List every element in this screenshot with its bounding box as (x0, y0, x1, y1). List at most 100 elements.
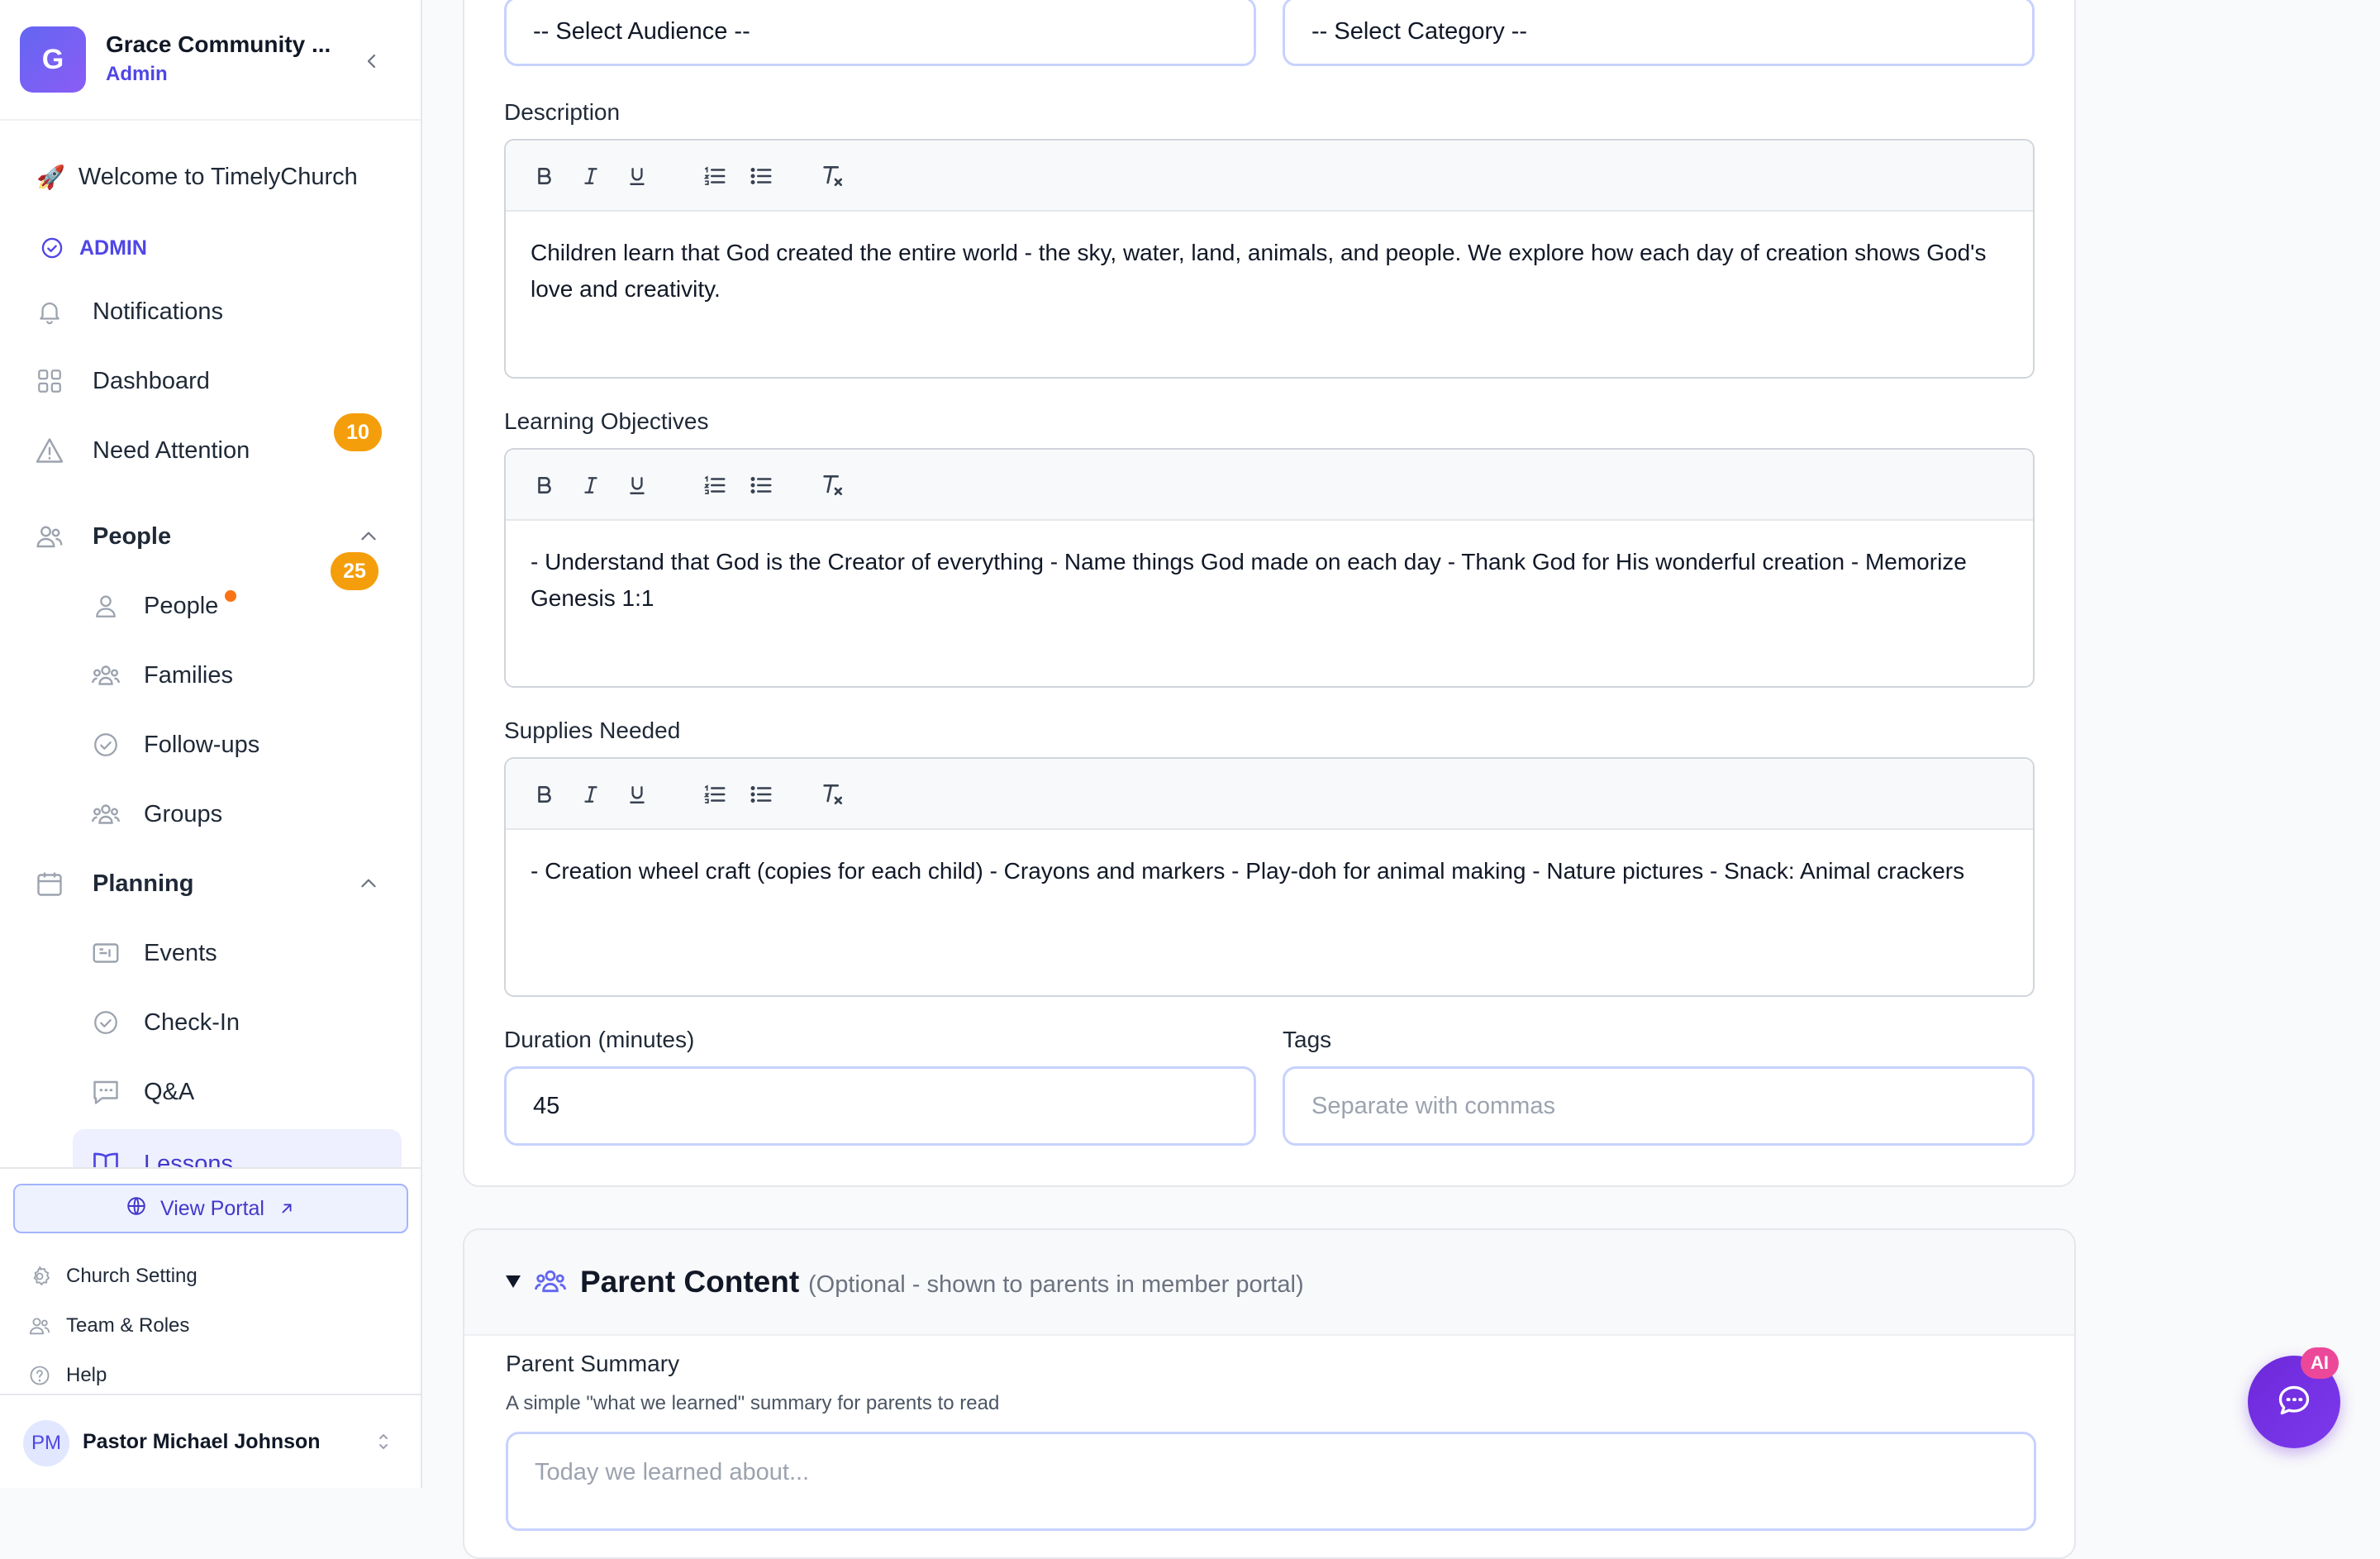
church-setting-link[interactable]: Church Setting (26, 1258, 198, 1294)
description-editor[interactable]: Children learn that God created the enti… (504, 139, 2035, 379)
duration-label: Duration (minutes) (504, 1027, 695, 1052)
parent-content-header[interactable]: Parent Content (Optional - shown to pare… (464, 1230, 2074, 1336)
underline-icon[interactable] (620, 777, 654, 812)
parent-content-card: Parent Content (Optional - shown to pare… (463, 1228, 2076, 1559)
warning-triangle-icon (33, 434, 66, 467)
supplies-label: Supplies Needed (504, 718, 681, 743)
italic-icon[interactable] (574, 159, 608, 193)
gear-icon (26, 1263, 53, 1290)
families-icon (89, 659, 122, 692)
parents-group-icon (534, 1265, 567, 1302)
bullet-list-icon[interactable] (744, 468, 778, 503)
parent-content-subtitle: (Optional - shown to parents in member p… (808, 1271, 1304, 1298)
objectives-toolbar (506, 450, 2033, 521)
collapse-sidebar-button[interactable] (355, 45, 388, 78)
user-name: Pastor Michael Johnson (83, 1430, 321, 1453)
org-logo: G (20, 26, 86, 93)
sidebar: G Grace Community ... Admin 🚀 Welcome to… (0, 0, 422, 1488)
team-icon (26, 1313, 53, 1339)
sidebar-item-check-in[interactable]: Check-In (89, 996, 240, 1049)
section-people[interactable]: People (33, 510, 171, 563)
sidebar-item-dashboard[interactable]: Dashboard (33, 355, 210, 408)
external-link-arrow-icon (278, 1199, 296, 1218)
underline-icon[interactable] (620, 159, 654, 193)
bold-icon[interactable] (527, 159, 562, 193)
ordered-list-icon[interactable] (697, 468, 732, 503)
parent-content-title: Parent Content (580, 1265, 800, 1299)
avatar: PM (23, 1420, 69, 1466)
org-name[interactable]: Grace Community ... (106, 31, 331, 58)
objectives-label: Learning Objectives (504, 408, 709, 434)
people-icon (33, 520, 66, 553)
clear-format-icon[interactable] (815, 777, 850, 812)
admin-section-label: ADMIN (40, 225, 147, 271)
sidebar-item-notifications[interactable]: Notifications (33, 285, 223, 338)
bell-icon (33, 295, 66, 328)
supplies-toolbar (506, 759, 2033, 830)
sidebar-item-groups[interactable]: Groups (89, 788, 222, 841)
check-circle-icon (89, 1006, 122, 1039)
people-dot-indicator (225, 590, 237, 602)
sidebar-item-families[interactable]: Families (89, 649, 233, 702)
italic-icon[interactable] (574, 468, 608, 503)
section-planning[interactable]: Planning (33, 857, 193, 910)
supplies-text[interactable]: - Creation wheel craft (copies for each … (506, 830, 2033, 889)
parent-summary-input[interactable]: Today we learned about... (506, 1432, 2036, 1531)
parent-summary-hint: A simple "what we learned" summary for p… (506, 1392, 1000, 1414)
check-circle-icon (40, 236, 64, 260)
bullet-list-icon[interactable] (744, 159, 778, 193)
person-icon (89, 589, 122, 622)
sidebar-item-people[interactable]: People (89, 579, 237, 632)
globe-icon (126, 1195, 147, 1223)
view-portal-button[interactable]: View Portal (13, 1184, 408, 1233)
description-label: Description (504, 99, 621, 125)
calendar-icon (33, 867, 66, 900)
check-circle-icon (89, 728, 122, 761)
user-menu[interactable]: PM Pastor Michael Johnson (0, 1394, 421, 1488)
team-roles-link[interactable]: Team & Roles (26, 1308, 189, 1344)
sidebar-item-follow-ups[interactable]: Follow-ups (89, 718, 259, 771)
tags-input[interactable]: Separate with commas (1283, 1066, 2035, 1146)
people-collapse-chevron-icon[interactable] (354, 522, 383, 551)
bold-icon[interactable] (527, 468, 562, 503)
underline-icon[interactable] (620, 468, 654, 503)
bullet-list-icon[interactable] (744, 777, 778, 812)
org-header: G Grace Community ... Admin (0, 0, 421, 121)
clear-format-icon[interactable] (815, 159, 850, 193)
sidebar-item-qa[interactable]: Q&A (89, 1066, 194, 1118)
disclosure-triangle-icon[interactable] (504, 1273, 522, 1294)
dashboard-grid-icon (33, 365, 66, 398)
objectives-text[interactable]: - Understand that God is the Creator of … (506, 521, 2033, 617)
sidebar-footer: View Portal Church Setting Team & Roles … (0, 1167, 421, 1394)
help-link[interactable]: Help (26, 1357, 107, 1394)
welcome-label: Welcome to TimelyChurch (78, 163, 358, 190)
help-circle-icon (26, 1362, 53, 1389)
groups-icon (89, 798, 122, 831)
clear-format-icon[interactable] (815, 468, 850, 503)
chat-bubble-icon (2276, 1382, 2312, 1423)
need-attention-badge: 25 (331, 552, 378, 590)
ordered-list-icon[interactable] (697, 159, 732, 193)
parent-summary-label: Parent Summary (506, 1351, 680, 1376)
planning-collapse-chevron-icon[interactable] (354, 869, 383, 899)
duration-input[interactable]: 45 (504, 1066, 1256, 1146)
tags-label: Tags (1283, 1027, 1332, 1052)
sidebar-item-events[interactable]: Events (89, 927, 217, 980)
ordered-list-icon[interactable] (697, 777, 732, 812)
rocket-icon: 🚀 (36, 164, 65, 190)
sidebar-item-need-attention[interactable]: Need Attention (33, 424, 250, 477)
category-select[interactable]: -- Select Category -- (1283, 0, 2035, 66)
notifications-badge: 10 (334, 413, 382, 451)
chat-bubble-icon (89, 1075, 122, 1108)
welcome-link[interactable]: 🚀 Welcome to TimelyChurch (36, 150, 358, 203)
audience-select[interactable]: -- Select Audience -- (504, 0, 1256, 66)
sidebar-nav: 🚀 Welcome to TimelyChurch ADMIN Notifica… (0, 121, 421, 1167)
supplies-editor[interactable]: - Creation wheel craft (copies for each … (504, 757, 2035, 997)
description-toolbar (506, 141, 2033, 212)
italic-icon[interactable] (574, 777, 608, 812)
bold-icon[interactable] (527, 777, 562, 812)
chevron-up-down-icon (374, 1430, 393, 1457)
ticket-icon (89, 937, 122, 970)
objectives-editor[interactable]: - Understand that God is the Creator of … (504, 448, 2035, 688)
description-text[interactable]: Children learn that God created the enti… (506, 212, 2033, 308)
